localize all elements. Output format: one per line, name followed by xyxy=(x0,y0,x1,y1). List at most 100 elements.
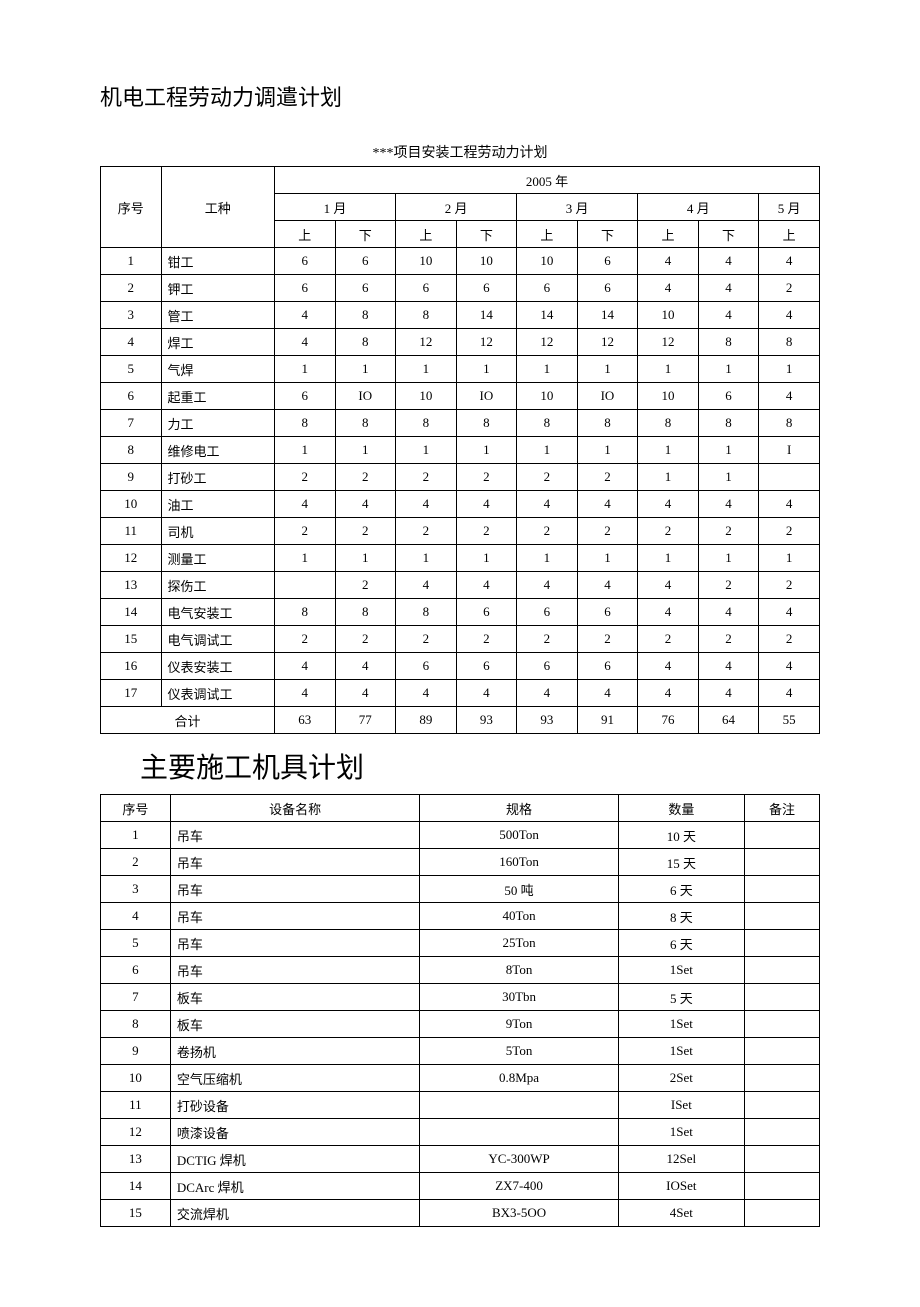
cell-value: 2 xyxy=(335,626,396,653)
cell-spec: BX3-5OO xyxy=(420,1200,618,1227)
cell-value: 2 xyxy=(577,518,638,545)
cell-value: 4 xyxy=(396,572,457,599)
cell-notes xyxy=(745,822,820,849)
table-row: 10油工444444444 xyxy=(101,491,820,518)
cell-name: 交流焊机 xyxy=(170,1200,420,1227)
cell-name: 吊车 xyxy=(170,822,420,849)
cell-value: 2 xyxy=(698,518,759,545)
cell-value: 6 xyxy=(335,248,396,275)
cell-type: 油工 xyxy=(161,491,274,518)
cell-value: 1 xyxy=(456,545,517,572)
cell-value: 8 xyxy=(638,410,699,437)
cell-value: 6 xyxy=(396,653,457,680)
table-row: 4焊工48121212121288 xyxy=(101,329,820,356)
cell-value xyxy=(274,572,335,599)
table-row: 10空气压缩机0.8Mpa2Set xyxy=(101,1065,820,1092)
cell-seq: 12 xyxy=(101,545,162,572)
cell-spec xyxy=(420,1092,618,1119)
col-qty: 数量 xyxy=(618,795,744,822)
cell-seq: 6 xyxy=(101,957,171,984)
equipment-plan-table: 序号 设备名称 规格 数量 备注 1吊车500Ton10 天2吊车160Ton1… xyxy=(100,794,820,1227)
cell-qty: 15 天 xyxy=(618,849,744,876)
table-row: 3吊车50 吨6 天 xyxy=(101,876,820,903)
table-row: 3管工4881414141044 xyxy=(101,302,820,329)
cell-value: 1 xyxy=(274,545,335,572)
cell-value: 2 xyxy=(335,572,396,599)
cell-value: 1 xyxy=(638,464,699,491)
cell-value: 2 xyxy=(456,518,517,545)
cell-value: 2 xyxy=(335,464,396,491)
table-row: 6吊车8Ton1Set xyxy=(101,957,820,984)
cell-value: IO xyxy=(577,383,638,410)
cell-value: 4 xyxy=(456,680,517,707)
cell-spec: 8Ton xyxy=(420,957,618,984)
cell-value: 1 xyxy=(274,437,335,464)
cell-seq: 3 xyxy=(101,302,162,329)
cell-value: 4 xyxy=(638,491,699,518)
cell-value: 1 xyxy=(396,356,457,383)
cell-value: 10 xyxy=(517,248,578,275)
cell-value: 4 xyxy=(759,248,820,275)
cell-type: 仪表调试工 xyxy=(161,680,274,707)
cell-value: 2 xyxy=(759,275,820,302)
cell-seq: 3 xyxy=(101,876,171,903)
cell-value: 10 xyxy=(517,383,578,410)
table-row: 1钳工661010106444 xyxy=(101,248,820,275)
table-row: 4吊车40Ton8 天 xyxy=(101,903,820,930)
cell-value: 1 xyxy=(577,356,638,383)
cell-qty: 4Set xyxy=(618,1200,744,1227)
cell-value: 2 xyxy=(456,626,517,653)
cell-notes xyxy=(745,957,820,984)
cell-value: 4 xyxy=(698,599,759,626)
cell-value: 1 xyxy=(638,545,699,572)
cell-value: 4 xyxy=(698,275,759,302)
total-cell: 89 xyxy=(396,707,457,734)
cell-spec: 500Ton xyxy=(420,822,618,849)
col-month: 4 月 xyxy=(638,194,759,221)
table-row: 15交流焊机BX3-5OO4Set xyxy=(101,1200,820,1227)
cell-value: 12 xyxy=(517,329,578,356)
cell-value: 4 xyxy=(759,491,820,518)
cell-value: 1 xyxy=(335,356,396,383)
cell-qty: 8 天 xyxy=(618,903,744,930)
col-month: 5 月 xyxy=(759,194,820,221)
cell-value: 1 xyxy=(759,545,820,572)
table-row: 13探伤工24444422 xyxy=(101,572,820,599)
col-seq: 序号 xyxy=(101,167,162,248)
cell-value: 12 xyxy=(638,329,699,356)
cell-value: 2 xyxy=(517,464,578,491)
cell-value: 4 xyxy=(335,653,396,680)
cell-seq: 10 xyxy=(101,491,162,518)
cell-value: 4 xyxy=(638,653,699,680)
cell-seq: 13 xyxy=(101,1146,171,1173)
cell-name: 喷漆设备 xyxy=(170,1119,420,1146)
cell-notes xyxy=(745,1146,820,1173)
cell-name: 打砂设备 xyxy=(170,1092,420,1119)
table-header-row: 序号 设备名称 规格 数量 备注 xyxy=(101,795,820,822)
table-row: 7板车30Tbn5 天 xyxy=(101,984,820,1011)
cell-seq: 1 xyxy=(101,822,171,849)
col-half: 上 xyxy=(517,221,578,248)
col-half: 上 xyxy=(638,221,699,248)
total-cell: 91 xyxy=(577,707,638,734)
cell-value: 4 xyxy=(517,572,578,599)
cell-notes xyxy=(745,1200,820,1227)
cell-value: 4 xyxy=(577,491,638,518)
table-row: 8维修电工11111111I xyxy=(101,437,820,464)
col-half: 下 xyxy=(456,221,517,248)
cell-value: 10 xyxy=(396,248,457,275)
cell-type: 焊工 xyxy=(161,329,274,356)
col-half: 上 xyxy=(759,221,820,248)
cell-value: 4 xyxy=(396,680,457,707)
table-row: 1吊车500Ton10 天 xyxy=(101,822,820,849)
cell-seq: 13 xyxy=(101,572,162,599)
table-row: 9打砂工22222211 xyxy=(101,464,820,491)
cell-notes xyxy=(745,930,820,957)
cell-type: 气焊 xyxy=(161,356,274,383)
cell-value: 4 xyxy=(274,491,335,518)
cell-seq: 15 xyxy=(101,626,162,653)
cell-value: 8 xyxy=(456,410,517,437)
cell-name: 卷扬机 xyxy=(170,1038,420,1065)
cell-value: 6 xyxy=(517,599,578,626)
table-row: 16仪表安装工446666444 xyxy=(101,653,820,680)
